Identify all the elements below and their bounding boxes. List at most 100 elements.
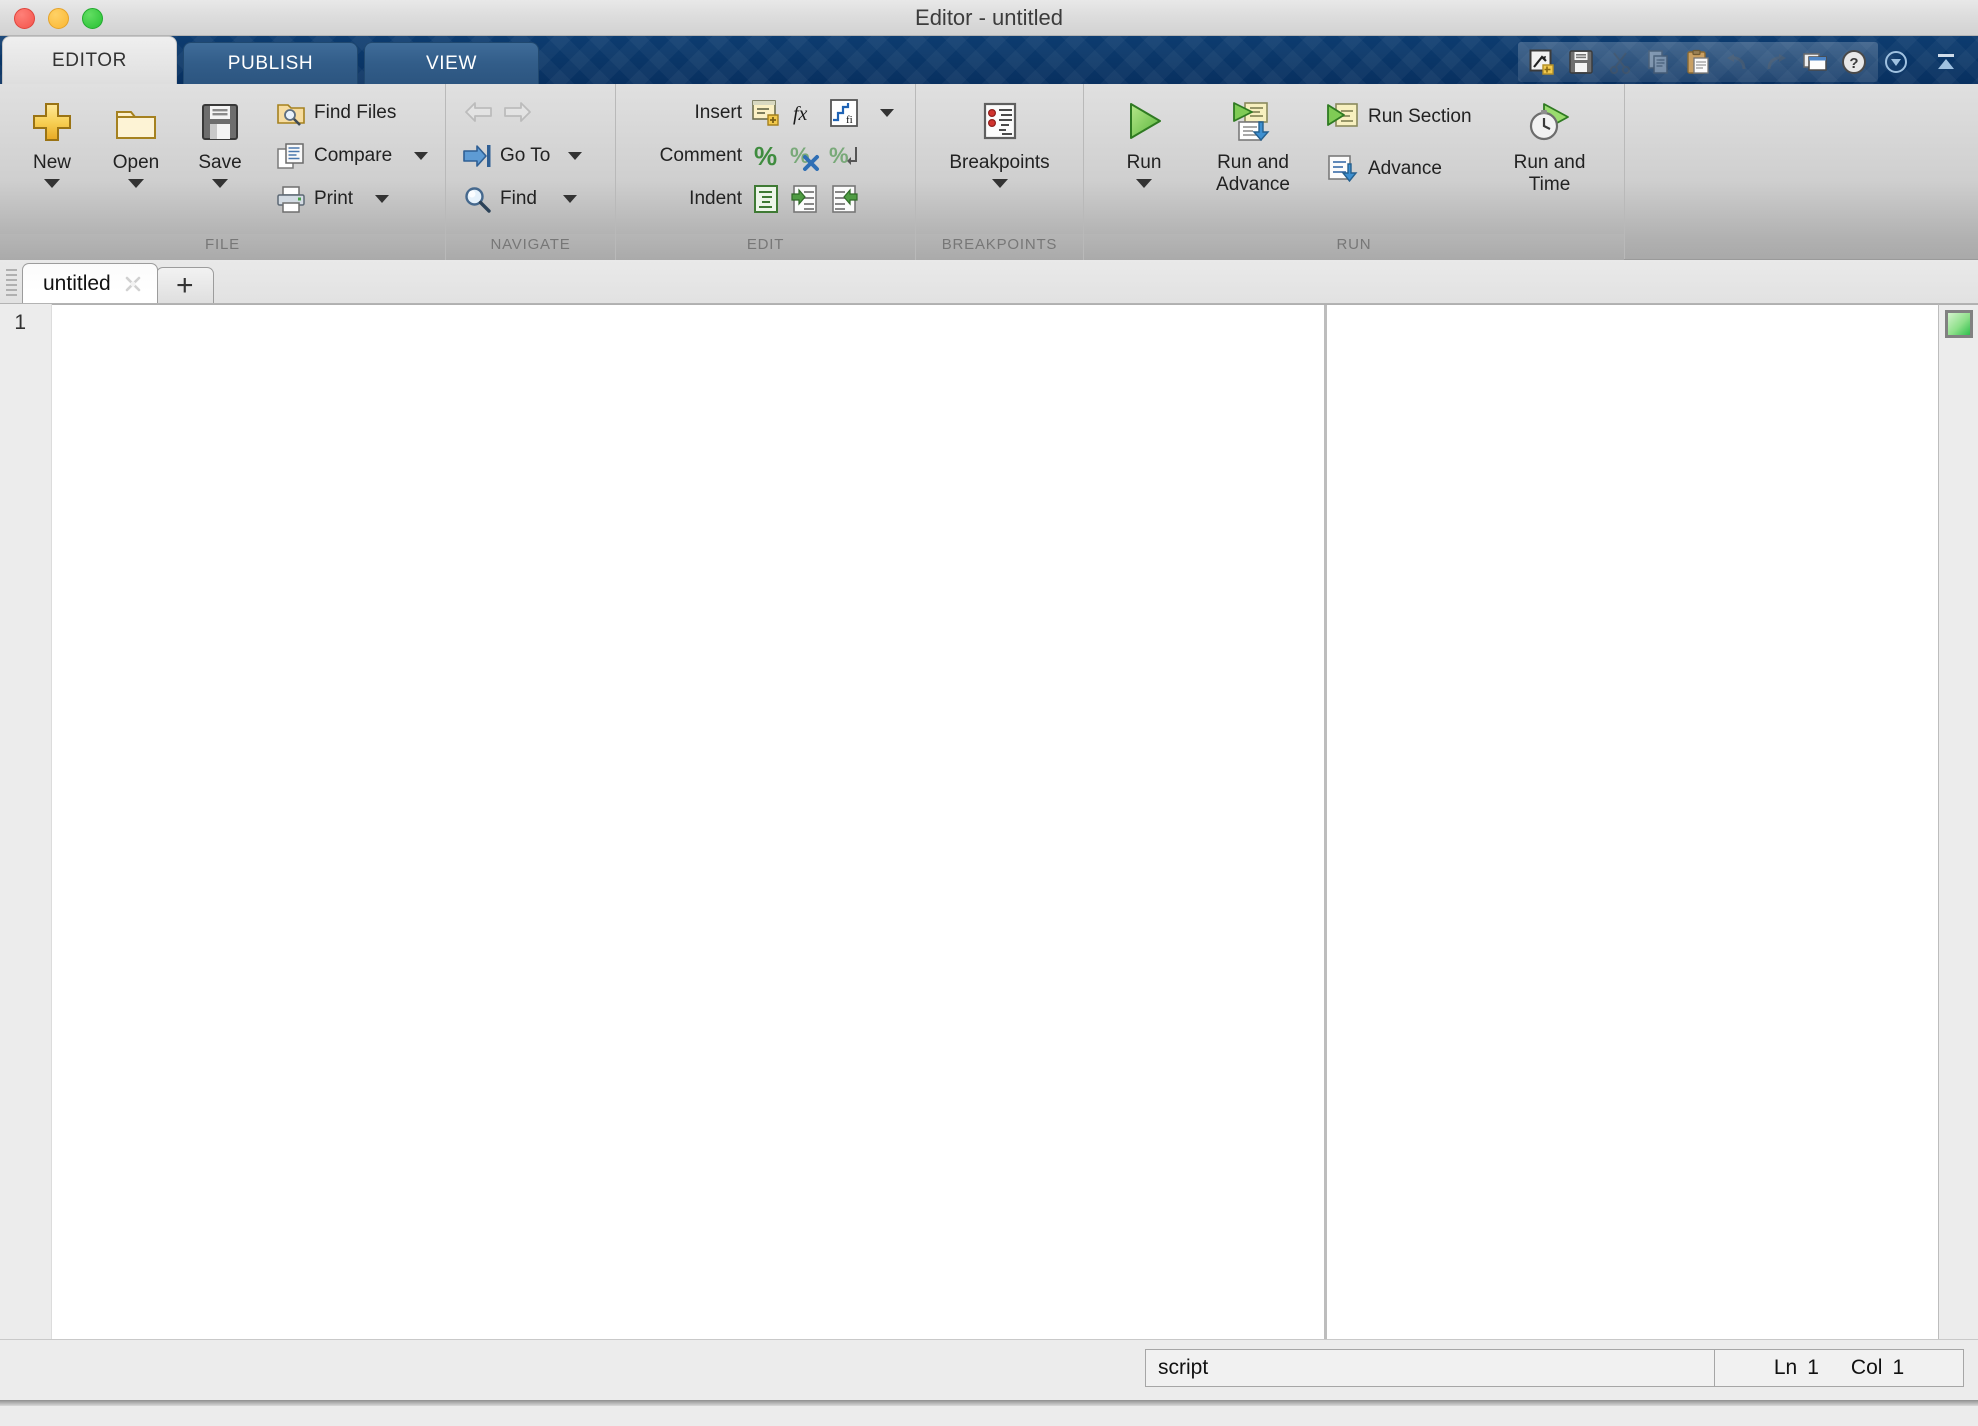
run-menu-chevron-down-icon[interactable] bbox=[1136, 179, 1152, 188]
new-script-icon bbox=[1529, 49, 1555, 75]
new-file-tab-button[interactable]: + bbox=[155, 267, 214, 303]
collapse-ribbon-button[interactable] bbox=[1928, 45, 1964, 79]
quick-switch-windows-button[interactable] bbox=[1797, 45, 1833, 79]
quick-redo-button[interactable] bbox=[1758, 45, 1794, 79]
indent-label: Indent bbox=[689, 188, 742, 209]
ribbon-empty-area bbox=[1624, 84, 1978, 259]
indent-right-icon[interactable] bbox=[790, 184, 820, 214]
ribbon-group-run-label: RUN bbox=[1084, 234, 1624, 260]
save-button[interactable]: Save bbox=[178, 92, 262, 188]
quick-save-button[interactable] bbox=[1563, 45, 1599, 79]
find-menu-chevron-down-icon[interactable] bbox=[562, 195, 577, 203]
ribbon: New Open Save Find Files Compare Print F… bbox=[0, 84, 1978, 260]
tab-bar-drag-handle[interactable] bbox=[0, 263, 22, 303]
find-files-button[interactable]: Find Files bbox=[276, 94, 428, 132]
print-menu-chevron-down-icon[interactable] bbox=[375, 195, 390, 203]
code-analyzer-status-indicator[interactable] bbox=[1944, 310, 1973, 338]
run-time-icon bbox=[1528, 96, 1572, 148]
copy-icon bbox=[1646, 49, 1672, 75]
column-value: 1 bbox=[1892, 1356, 1905, 1379]
run-button[interactable]: Run bbox=[1098, 92, 1190, 188]
fx-icon[interactable]: fx bbox=[790, 98, 820, 128]
percent-icon[interactable]: % bbox=[751, 141, 781, 171]
percent-wrap-icon[interactable]: % bbox=[829, 141, 859, 171]
ribbon-group-file-label: FILE bbox=[0, 234, 445, 260]
quick-copy-button[interactable] bbox=[1641, 45, 1677, 79]
arrow-right-icon[interactable] bbox=[500, 96, 534, 130]
compare-icon bbox=[276, 141, 306, 171]
file-tab-bar: untitled + bbox=[0, 260, 1978, 304]
magnifier-icon bbox=[462, 184, 492, 214]
quick-cut-button[interactable] bbox=[1602, 45, 1638, 79]
open-menu-chevron-down-icon[interactable] bbox=[128, 179, 144, 188]
go-to-menu-chevron-down-icon[interactable] bbox=[568, 152, 583, 160]
ribbon-tab-view[interactable]: VIEW bbox=[364, 42, 539, 84]
new-button-label: New bbox=[32, 152, 71, 173]
file-type-value: script bbox=[1158, 1356, 1209, 1379]
run-and-advance-label-line2: Advance bbox=[1216, 174, 1290, 195]
ribbon-tab-publish-label: PUBLISH bbox=[227, 52, 314, 74]
find-files-label: Find Files bbox=[314, 102, 397, 123]
advance-icon bbox=[1326, 152, 1360, 186]
save-icon bbox=[1568, 49, 1594, 75]
breakpoints-button[interactable]: Breakpoints bbox=[926, 92, 1073, 188]
file-type-field[interactable]: script bbox=[1145, 1349, 1715, 1387]
ribbon-tab-editor[interactable]: EDITOR bbox=[2, 36, 177, 84]
quick-access-toolbar: ? bbox=[1518, 42, 1878, 82]
insert-row: Insert fx fi bbox=[624, 94, 894, 132]
indent-left-icon[interactable] bbox=[829, 184, 859, 214]
quick-paste-button[interactable] bbox=[1680, 45, 1716, 79]
quick-undo-button[interactable] bbox=[1719, 45, 1755, 79]
compare-button[interactable]: Compare bbox=[276, 137, 429, 175]
find-files-icon bbox=[276, 98, 306, 128]
file-tab-untitled[interactable]: untitled bbox=[22, 263, 158, 303]
code-text-area[interactable] bbox=[52, 304, 1938, 1339]
new-button[interactable]: New bbox=[10, 92, 94, 188]
save-menu-chevron-down-icon[interactable] bbox=[212, 179, 228, 188]
run-play-icon bbox=[1122, 96, 1166, 148]
code-analyzer-strip[interactable] bbox=[1938, 304, 1978, 1339]
run-and-time-button[interactable]: Run and Time bbox=[1492, 92, 1608, 196]
go-to-button[interactable]: Go To bbox=[462, 137, 583, 175]
close-x-icon[interactable] bbox=[123, 274, 143, 294]
insert-menu-chevron-down-icon[interactable] bbox=[880, 109, 894, 117]
ribbon-group-breakpoints: Breakpoints BREAKPOINTS bbox=[916, 84, 1084, 260]
line-value: 1 bbox=[1807, 1356, 1819, 1379]
svg-text:%: % bbox=[754, 141, 777, 171]
ribbon-tab-view-label: VIEW bbox=[426, 52, 477, 74]
run-and-advance-button[interactable]: Run and Advance bbox=[1190, 92, 1316, 196]
search-docs-icon bbox=[1883, 49, 1909, 75]
quick-new-script-button[interactable] bbox=[1524, 45, 1560, 79]
status-bar: script Ln 1 Col 1 bbox=[0, 1340, 1978, 1406]
insert-label: Insert bbox=[694, 102, 742, 123]
breakpoint-gutter[interactable] bbox=[30, 304, 52, 1339]
percent-delete-icon[interactable]: % bbox=[790, 141, 820, 171]
go-to-label: Go To bbox=[500, 145, 551, 166]
smart-indent-icon[interactable] bbox=[751, 184, 781, 214]
compare-menu-chevron-down-icon[interactable] bbox=[414, 152, 429, 160]
insert-plot-icon[interactable]: fi bbox=[829, 98, 859, 128]
windows-icon bbox=[1802, 49, 1828, 75]
line-label: Ln bbox=[1773, 1356, 1798, 1379]
run-section-button[interactable]: Run Section bbox=[1326, 98, 1472, 136]
new-tab-plus-icon: + bbox=[175, 268, 194, 302]
svg-text:?: ? bbox=[1849, 55, 1858, 72]
breakpoints-button-label: Breakpoints bbox=[949, 152, 1050, 173]
print-button[interactable]: Print bbox=[276, 180, 428, 218]
new-menu-chevron-down-icon[interactable] bbox=[44, 179, 60, 188]
quick-help-button[interactable]: ? bbox=[1836, 45, 1872, 79]
insert-section-icon[interactable] bbox=[751, 98, 781, 128]
compare-label: Compare bbox=[314, 145, 393, 166]
svg-text:%: % bbox=[790, 143, 810, 168]
search-documentation-button[interactable] bbox=[1878, 45, 1914, 79]
breakpoints-menu-chevron-down-icon[interactable] bbox=[991, 179, 1008, 188]
run-advance-icon bbox=[1231, 96, 1275, 148]
advance-button[interactable]: Advance bbox=[1326, 150, 1472, 188]
arrow-left-icon[interactable] bbox=[462, 96, 496, 130]
indent-row: Indent bbox=[624, 180, 894, 218]
open-button[interactable]: Open bbox=[94, 92, 178, 188]
find-button[interactable]: Find bbox=[462, 180, 582, 218]
floppy-icon bbox=[198, 96, 242, 148]
ribbon-tab-publish[interactable]: PUBLISH bbox=[183, 42, 358, 84]
ribbon-group-navigate: Go To Find NAVIGATE bbox=[446, 84, 616, 260]
